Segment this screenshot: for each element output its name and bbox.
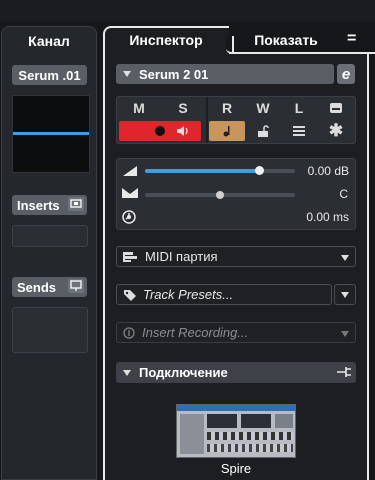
connection-collapse-icon[interactable] (123, 369, 131, 376)
track-presets-arrow[interactable] (334, 284, 356, 305)
volume-value[interactable]: 0.00 dB (308, 164, 349, 178)
read-button[interactable]: R (209, 97, 245, 119)
insert-recording-dropdown[interactable]: Insert Recording... (116, 322, 356, 343)
channel-panel: Канал Serum .01 Inserts Sends (1, 26, 97, 480)
pan-knob[interactable] (216, 191, 224, 199)
presets-icon (124, 289, 136, 301)
speaker-icon[interactable] (161, 121, 205, 141)
volume-slider[interactable] (145, 166, 295, 175)
volume-knob[interactable] (254, 166, 264, 175)
track-presets-label: Track Presets... (143, 287, 234, 302)
insert-recording-label: Insert Recording... (142, 325, 249, 340)
inserts-slot[interactable] (12, 225, 88, 247)
collapse-icon[interactable] (123, 71, 131, 77)
thumb-panel-right (275, 414, 293, 428)
edit-instrument-icon[interactable]: e (337, 64, 355, 84)
channel-tab[interactable]: Канал (2, 33, 96, 49)
lock-icon[interactable] (245, 121, 281, 141)
pan-icon (122, 188, 138, 198)
volume-icon (123, 166, 137, 176)
solo-button[interactable]: S (161, 97, 205, 119)
delay-value[interactable]: 0.00 ms (306, 210, 349, 224)
list-icon[interactable] (281, 121, 317, 141)
track-name: Serum 2 01 (139, 66, 209, 82)
note-icon (223, 126, 230, 137)
midi-part-label: MIDI партия (145, 249, 218, 264)
sends-label: Sends (17, 279, 57, 295)
asterisk-icon[interactable]: ✱ (317, 121, 355, 141)
thumb-topbar (177, 405, 295, 411)
track-buttons-grid: M S R W L ✱ (116, 96, 356, 144)
connection-label: Подключение (139, 365, 228, 380)
plugin-label: Spire (220, 461, 252, 476)
monitor-button[interactable] (209, 121, 245, 141)
midi-part-dropdown[interactable]: MIDI партия (116, 246, 356, 267)
thumb-knobs-row-2 (207, 444, 293, 452)
lanes-button[interactable]: L (281, 97, 317, 119)
routing-icon[interactable] (337, 366, 351, 378)
insert-recording-icon (123, 326, 135, 339)
midi-part-arrow-icon[interactable] (341, 255, 349, 261)
channel-name-button[interactable]: Serum .01 (12, 65, 87, 85)
pan-value[interactable]: C (339, 187, 348, 201)
grid-divider (206, 97, 208, 143)
thumb-knobs-row (207, 432, 293, 440)
insert-recording-arrow-icon (341, 331, 349, 337)
sends-slot[interactable] (12, 307, 88, 353)
channel-meter (12, 95, 90, 173)
show-tab[interactable]: Показать (236, 32, 336, 48)
presets-arrow-icon (341, 291, 349, 298)
mix-controls: 0.00 dB C 0.00 ms (116, 158, 356, 230)
mute-button[interactable]: M (117, 97, 161, 119)
inserts-label: Inserts (17, 197, 60, 213)
pan-slider[interactable] (145, 191, 295, 199)
track-header[interactable]: Serum 2 01 (116, 64, 334, 84)
inserts-window-icon[interactable] (68, 197, 84, 211)
thumb-panel-left (180, 414, 204, 454)
sends-window-icon[interactable] (68, 279, 84, 293)
inspector-tab[interactable]: Инспектор (108, 32, 224, 48)
connection-header[interactable]: Подключение (116, 362, 356, 383)
track-presets-field[interactable]: Track Presets... (116, 284, 332, 305)
midi-part-icon (123, 251, 137, 262)
delay-icon (122, 210, 136, 224)
top-bar (0, 0, 375, 22)
editor-icon[interactable] (317, 97, 355, 119)
inserts-button[interactable]: Inserts (12, 195, 87, 215)
thumb-screen (207, 414, 237, 428)
inspector-tab-notch (226, 36, 234, 54)
plugin-thumbnail[interactable] (176, 404, 296, 458)
write-button[interactable]: W (245, 97, 281, 119)
menu-icon[interactable]: = (347, 30, 356, 48)
meter-line (13, 132, 89, 135)
volume-fill (145, 169, 259, 173)
sends-button[interactable]: Sends (12, 277, 87, 297)
thumb-screen-2 (241, 414, 271, 428)
